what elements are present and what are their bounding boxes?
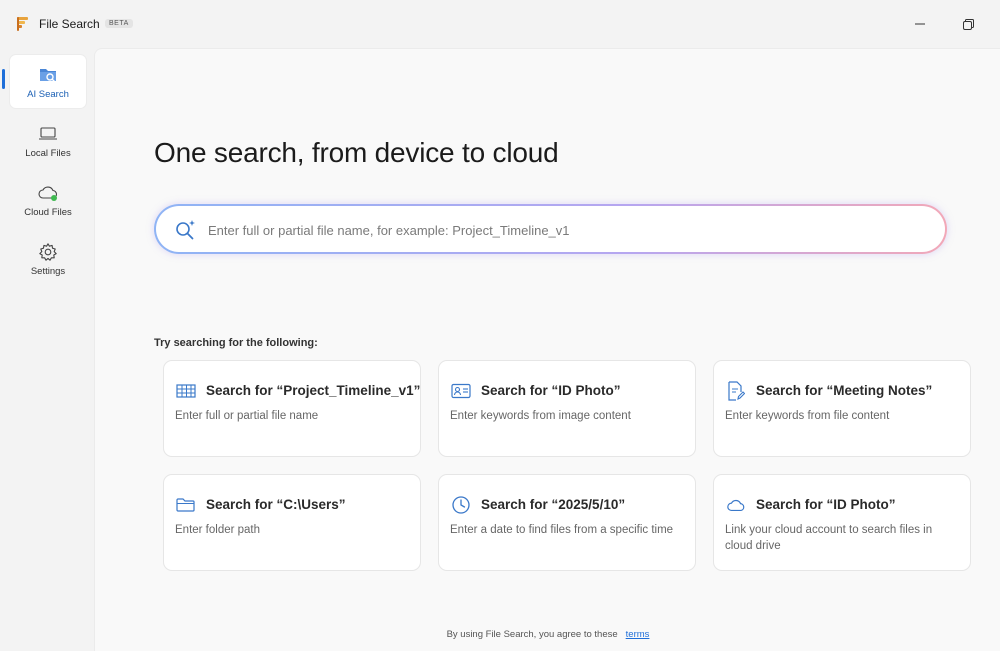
suggestions-label: Try searching for the following: <box>154 337 318 349</box>
cloud-icon <box>37 182 59 204</box>
suggestion-card-cloud-drive[interactable]: Search for “ID Photo” Link your cloud ac… <box>713 474 971 571</box>
sidebar: AI Search Local Files Cloud Files Settin… <box>0 48 94 651</box>
laptop-icon <box>37 123 59 145</box>
card-title: Search for “C:\Users” <box>206 497 346 512</box>
beta-badge: BETA <box>105 19 133 28</box>
title-bar: File Search BETA <box>0 0 1000 48</box>
card-title: Search for “Project_Timeline_v1” <box>206 383 421 398</box>
suggestion-card-folder-path[interactable]: Search for “C:\Users” Enter folder path <box>163 474 421 571</box>
card-title: Search for “Meeting Notes” <box>756 383 933 398</box>
card-title: Search for “2025/5/10” <box>481 497 626 512</box>
sidebar-item-label: Local Files <box>25 147 71 159</box>
footer-text: By using File Search, you agree to these <box>446 629 618 640</box>
card-description: Enter a date to find files from a specif… <box>450 524 674 536</box>
card-description: Enter keywords from image content <box>450 410 631 422</box>
restore-button[interactable] <box>958 14 978 34</box>
folder-icon <box>176 495 196 515</box>
active-indicator <box>2 69 5 89</box>
search-box[interactable] <box>154 204 947 254</box>
footer-legal: By using File Search, you agree to these… <box>95 629 1000 640</box>
clock-icon <box>451 495 471 515</box>
suggestion-card-file-name[interactable]: Search for “Project_Timeline_v1” Enter f… <box>163 360 421 457</box>
card-title: Search for “ID Photo” <box>756 497 896 512</box>
sidebar-item-settings[interactable]: Settings <box>10 232 86 285</box>
file-search-logo-icon <box>17 17 28 31</box>
minimize-button[interactable] <box>910 14 930 34</box>
card-description: Enter keywords from file content <box>725 410 890 422</box>
sidebar-item-cloud-files[interactable]: Cloud Files <box>10 173 86 226</box>
cloud-icon <box>726 495 746 515</box>
sidebar-item-label: Cloud Files <box>24 206 72 218</box>
restore-icon <box>962 18 974 30</box>
suggestion-card-date[interactable]: Search for “2025/5/10” Enter a date to f… <box>438 474 696 571</box>
main-pane: One search, from device to cloud Try sea… <box>94 48 1000 651</box>
suggestion-card-file-content[interactable]: Search for “Meeting Notes” Enter keyword… <box>713 360 971 457</box>
search-input[interactable] <box>208 218 908 242</box>
sidebar-item-ai-search[interactable]: AI Search <box>10 55 86 108</box>
gear-icon <box>37 241 59 263</box>
document-edit-icon <box>726 381 746 401</box>
card-description: Enter folder path <box>175 524 261 536</box>
minimize-icon <box>915 23 925 25</box>
terms-link[interactable]: terms <box>626 629 650 640</box>
ai-search-icon <box>37 64 59 86</box>
sidebar-item-local-files[interactable]: Local Files <box>10 114 86 167</box>
card-title: Search for “ID Photo” <box>481 383 621 398</box>
id-card-icon <box>451 381 471 401</box>
card-description: Link your cloud account to search files … <box>725 524 933 552</box>
page-title: One search, from device to cloud <box>154 137 559 168</box>
sidebar-item-label: AI Search <box>27 88 69 100</box>
card-description: Enter full or partial file name <box>175 410 319 422</box>
sidebar-item-label: Settings <box>30 265 66 277</box>
suggestion-card-image-content[interactable]: Search for “ID Photo” Enter keywords fro… <box>438 360 696 457</box>
table-icon <box>176 381 196 401</box>
app-title: File Search <box>39 17 100 31</box>
ai-search-magnifier-icon <box>176 220 195 240</box>
